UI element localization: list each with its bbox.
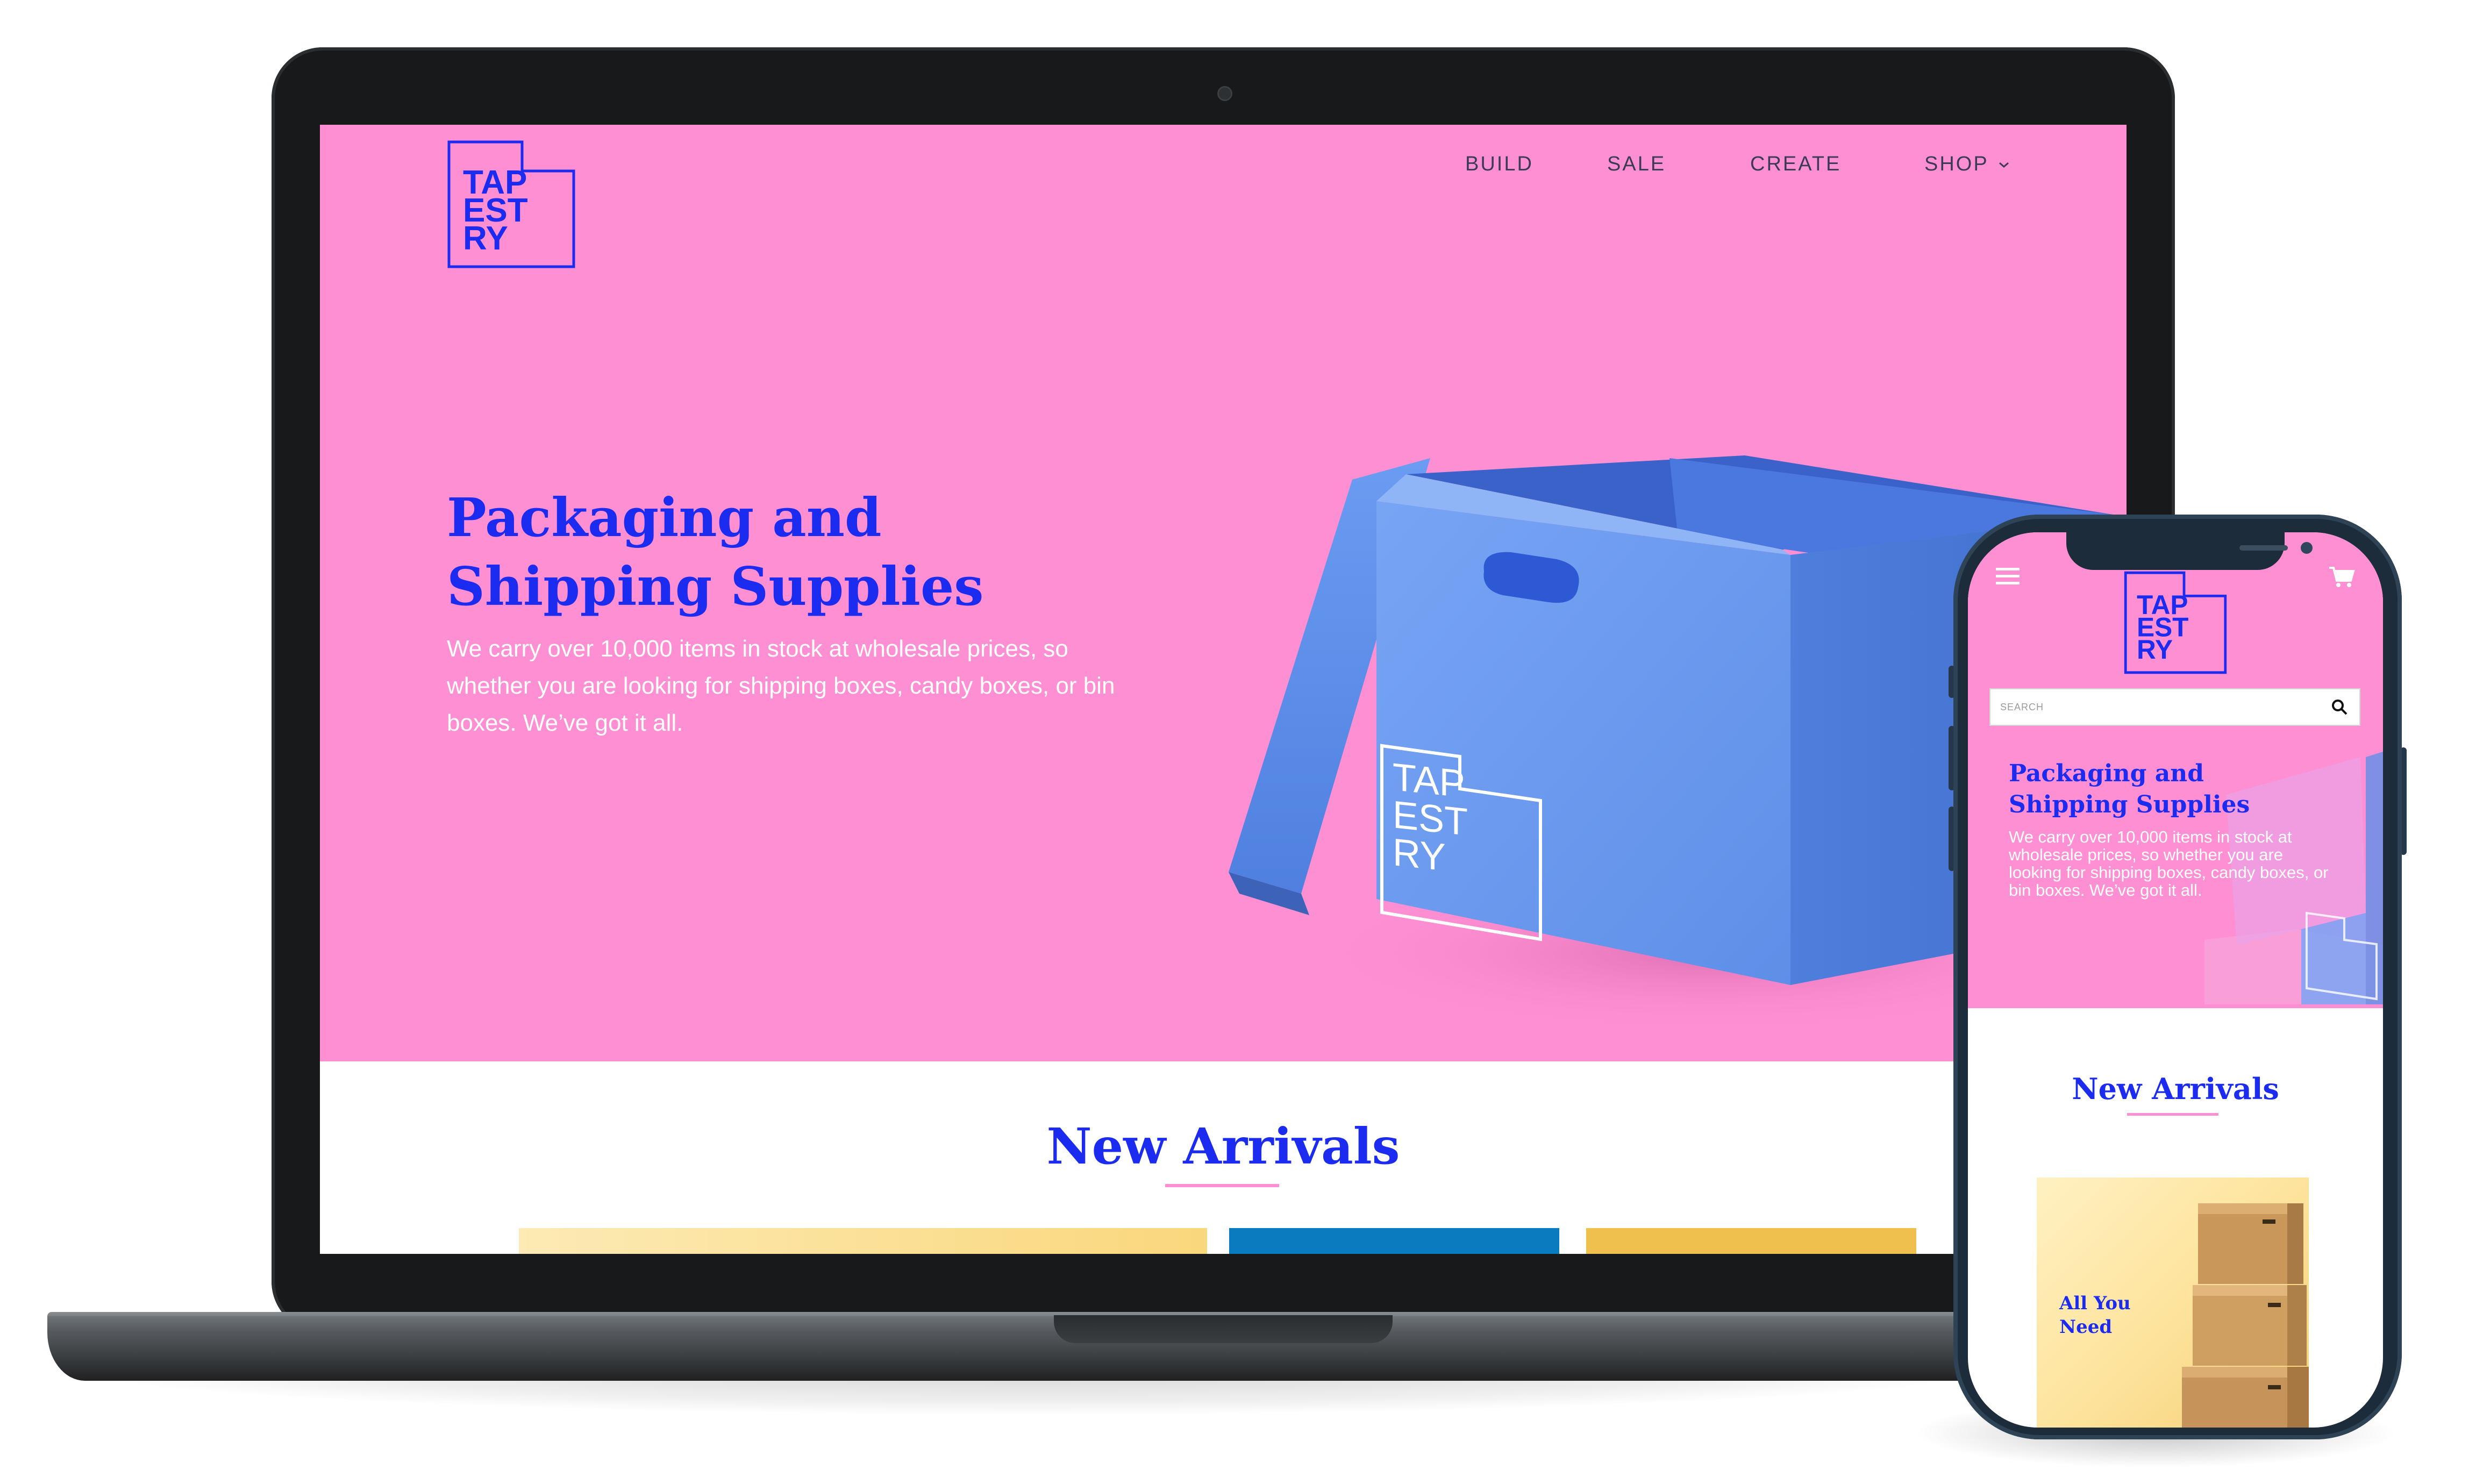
mobile-logo-line-3: RY — [2137, 634, 2173, 665]
new-arrivals-title: New Arrivals — [1046, 1117, 1400, 1175]
laptop-camera — [1217, 86, 1232, 101]
product-tile-1[interactable] — [519, 1228, 1207, 1254]
mobile-tapestry-logo[interactable]: TAP EST RY — [2124, 571, 2227, 674]
laptop-screen: TAP EST RY BUILD SALE CREATE SHOP Packag… — [320, 125, 2127, 1254]
laptop-base — [47, 1316, 2047, 1381]
hero-title: Packaging and Shipping Supplies — [447, 484, 1146, 622]
mobile-new-arrivals-title: New Arrivals — [2072, 1072, 2279, 1106]
product-card-label-line-2: Need — [2059, 1316, 2113, 1338]
hamburger-menu-icon[interactable] — [1995, 566, 2022, 587]
chevron-down-icon — [1999, 162, 2009, 168]
mobile-hero-section: TAP EST RY Packaging and Shipping Suppli… — [1968, 532, 2383, 1008]
nav-shop[interactable]: SHOP — [1924, 145, 2010, 183]
hero-title-line-1: Packaging and — [447, 487, 882, 549]
nav-build[interactable]: BUILD — [1465, 145, 1533, 183]
mobile-hero-description: We carry over 10,000 items in stock at w… — [2009, 827, 2329, 900]
search-icon[interactable] — [2330, 698, 2349, 716]
phone-front-camera — [2301, 542, 2313, 554]
logo-line-3: RY — [463, 220, 508, 257]
search-input[interactable] — [2000, 689, 2323, 725]
phone-notch — [2066, 532, 2313, 570]
nav-sale[interactable]: SALE — [1607, 145, 1666, 183]
mobile-section-underline — [2127, 1113, 2218, 1116]
tapestry-logo[interactable]: TAP EST RY — [447, 140, 576, 269]
mobile-search-bar — [1989, 688, 2360, 726]
nav-shop-label: SHOP — [1924, 153, 1989, 175]
stacked-cartons-image — [2182, 1203, 2309, 1428]
box-logo-line-3: RY — [1393, 831, 1446, 879]
phone-screen: TAP EST RY Packaging and Shipping Suppli… — [1968, 532, 2383, 1428]
hero-section: TAP EST RY BUILD SALE CREATE SHOP Packag… — [320, 125, 2127, 1061]
hero-description: We carry over 10,000 items in stock at w… — [447, 636, 1115, 736]
nav-create[interactable]: CREATE — [1750, 145, 1841, 183]
product-tile-2[interactable] — [1229, 1228, 1559, 1254]
product-card-label: All You Need — [2059, 1292, 2167, 1339]
shopping-cart-icon[interactable] — [2328, 565, 2355, 588]
phone-speaker — [2239, 545, 2288, 551]
product-tile-3[interactable] — [1586, 1228, 1916, 1254]
mobile-hero-title: Packaging and Shipping Supplies — [2009, 760, 2250, 818]
section-underline — [1165, 1184, 1279, 1187]
product-card-label-line-1: All You — [2059, 1293, 2131, 1314]
hero-title-line-2: Shipping Supplies — [447, 556, 984, 618]
laptop-thumb-notch — [1054, 1315, 1393, 1343]
mobile-product-card[interactable]: All You Need — [2037, 1178, 2309, 1428]
